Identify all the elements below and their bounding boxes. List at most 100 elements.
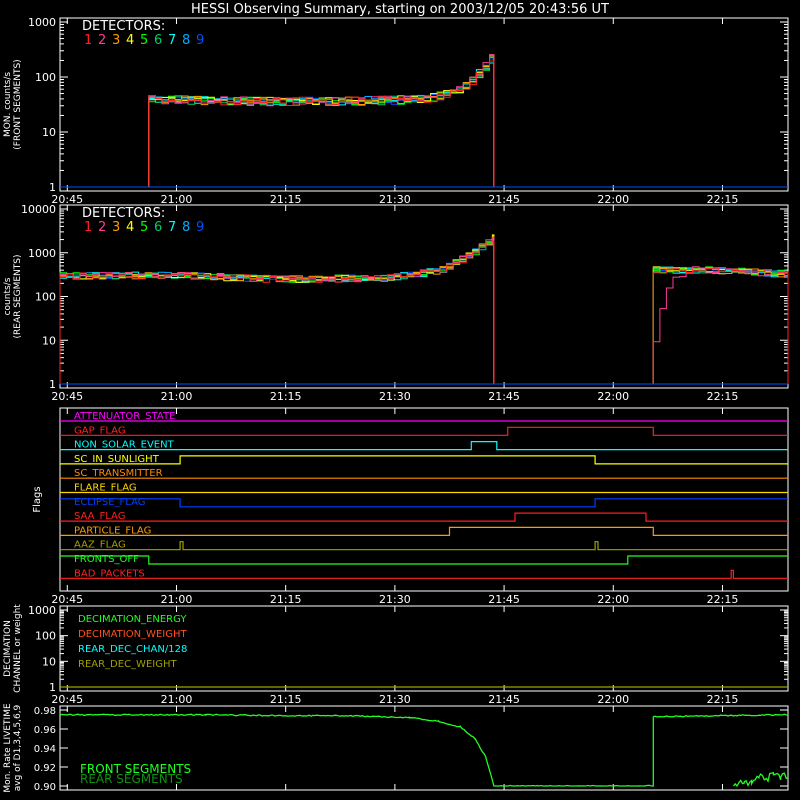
detector-8-series bbox=[148, 55, 495, 187]
legend-title: DETECTORS: bbox=[82, 206, 165, 221]
flag-label: FRONTS_OFF bbox=[74, 554, 139, 565]
y-axis-label: CHANNEL or weight bbox=[13, 604, 23, 693]
legend-entry: REAR_DEC_WEIGHT bbox=[78, 659, 177, 670]
x-tick-label: 22:00 bbox=[597, 390, 629, 403]
detector-2-series bbox=[59, 237, 789, 384]
legend-detector-9: 9 bbox=[196, 220, 204, 235]
detector-7-series bbox=[148, 62, 495, 187]
x-tick-label: 21:00 bbox=[161, 693, 193, 706]
legend-detector-1: 1 bbox=[84, 33, 92, 48]
detector-4-series bbox=[148, 56, 495, 187]
x-tick-label: 22:15 bbox=[707, 593, 739, 606]
x-tick-label: 22:15 bbox=[707, 693, 739, 706]
flag-sc-in-sunlight-line bbox=[60, 455, 788, 465]
x-tick-label: 21:00 bbox=[161, 593, 193, 606]
y-tick-label: 10 bbox=[42, 655, 56, 668]
detector-6-series bbox=[59, 235, 789, 384]
chart-title: HESSI Observing Summary, starting on 200… bbox=[191, 2, 609, 17]
x-tick-label: 22:00 bbox=[597, 593, 629, 606]
flag-label: AAZ_FLAG bbox=[74, 540, 126, 551]
flag-label: PARTICLE_FLAG bbox=[74, 525, 151, 536]
detector-3-series bbox=[148, 54, 495, 187]
flag-label: FLARE_FLAG bbox=[74, 483, 137, 494]
detector-2-series bbox=[148, 54, 495, 187]
x-tick-label: 22:00 bbox=[597, 693, 629, 706]
legend-entry: REAR_DEC_CHAN/128 bbox=[78, 644, 187, 655]
rear-segments-series bbox=[732, 771, 789, 788]
x-tick-label: 20:45 bbox=[51, 390, 83, 403]
detector-9-series bbox=[148, 58, 495, 187]
detector-7-series bbox=[59, 238, 789, 384]
detector-4-series bbox=[59, 234, 789, 384]
x-tick-label: 21:15 bbox=[270, 693, 302, 706]
panel-3: 20:45 21:00 21:15 21:30 21:45 22:00 22:15 Flags… bbox=[32, 407, 789, 606]
y-axis-label: DECIMATION bbox=[3, 620, 13, 677]
x-tick-label: 22:15 bbox=[707, 390, 739, 403]
y-tick-label: 100 bbox=[35, 630, 56, 643]
y-tick-label: 1 bbox=[49, 181, 56, 194]
legend-detector-5: 5 bbox=[140, 220, 148, 235]
y-tick-label: 0.94 bbox=[34, 744, 56, 755]
detector-9-series bbox=[59, 240, 789, 384]
x-tick-label: 21:45 bbox=[488, 390, 520, 403]
legend-detector-2: 2 bbox=[98, 33, 106, 48]
x-tick-label: 21:45 bbox=[488, 593, 520, 606]
y-tick-label: 0.98 bbox=[34, 706, 56, 717]
y-tick-label: 0.96 bbox=[34, 725, 56, 736]
y-axis-label: MON. counts/s bbox=[3, 72, 13, 137]
x-tick-label: 20:45 bbox=[51, 693, 83, 706]
flag-label: ECLIPSE_FLAG bbox=[74, 497, 145, 508]
x-tick-label: 21:15 bbox=[270, 390, 302, 403]
y-tick-label: 1000 bbox=[28, 16, 56, 29]
panels: 20:45 21:00 21:15 21:30 21:45 22:00 22:15 MON. … bbox=[3, 16, 789, 793]
x-tick-label: 21:45 bbox=[488, 693, 520, 706]
x-tick-label: 22:15 bbox=[707, 193, 739, 206]
x-tick-label: 21:00 bbox=[161, 390, 193, 403]
detector-6-series bbox=[148, 56, 495, 187]
legend-detector-6: 6 bbox=[154, 33, 162, 48]
y-axis-label: (FRONT SEGMENTS) bbox=[13, 59, 23, 149]
legend-entry: REAR SEGMENTS bbox=[80, 772, 183, 786]
flag-label: ATTENUATOR_STATE bbox=[74, 411, 175, 422]
x-tick-label: 21:30 bbox=[379, 193, 411, 206]
legend-detector-8: 8 bbox=[182, 33, 190, 48]
y-axis-label: Flags bbox=[32, 486, 43, 512]
y-tick-label: 100 bbox=[35, 71, 56, 84]
flag-label: SC_IN_SUNLIGHT bbox=[74, 454, 160, 465]
x-tick-label: 21:45 bbox=[488, 193, 520, 206]
y-tick-label: 0.90 bbox=[34, 782, 56, 793]
detector-1-series bbox=[148, 60, 495, 187]
y-tick-label: 100 bbox=[35, 291, 56, 304]
flag-gap-flag-line bbox=[60, 426, 788, 436]
y-tick-label: 1000 bbox=[28, 247, 56, 260]
flag-label: SC_TRANSMITTER bbox=[74, 468, 163, 479]
x-tick-label: 21:15 bbox=[270, 593, 302, 606]
x-tick-label: 20:45 bbox=[51, 593, 83, 606]
legend-detector-7: 7 bbox=[168, 33, 176, 48]
flag-saa-flag-line bbox=[60, 512, 788, 522]
y-axis-label: avg of D1,3,4,5,6,9 bbox=[13, 704, 23, 791]
y-tick-label: 10 bbox=[42, 334, 56, 347]
y-tick-label: 1000 bbox=[28, 604, 56, 617]
x-tick-label: 21:30 bbox=[379, 693, 411, 706]
panel-4: 20:45 21:00 21:15 21:30 21:45 22:00 22:15 DECIM… bbox=[3, 604, 789, 706]
y-tick-label: 1 bbox=[49, 378, 56, 391]
legend-detector-5: 5 bbox=[140, 33, 148, 48]
flag-label: GAP_FLAG bbox=[74, 425, 126, 436]
panel-5: Mon. Rate LIVETIME avg of D1,3,4,5,6,9 0.9… bbox=[3, 703, 789, 793]
legend-detector-8: 8 bbox=[182, 220, 190, 235]
legend-detector-4: 4 bbox=[126, 33, 134, 48]
y-axis-label: (REAR SEGMENTS) bbox=[13, 254, 23, 338]
flag-label: NON_SOLAR_EVENT bbox=[74, 440, 175, 451]
x-tick-label: 21:30 bbox=[379, 593, 411, 606]
detector-5-series bbox=[59, 238, 789, 384]
x-tick-label: 21:30 bbox=[379, 390, 411, 403]
hessi-summary-chart: HESSI Observing Summary, starting on 200… bbox=[0, 0, 800, 800]
detector-8-series bbox=[59, 236, 789, 384]
detector-5-series bbox=[148, 60, 495, 187]
y-axis-label: counts/s bbox=[3, 277, 13, 315]
flag-particle-flag-line bbox=[60, 526, 788, 536]
panel-1: 20:45 21:00 21:15 21:30 21:45 22:00 22:15 MON. … bbox=[3, 16, 789, 206]
y-tick-label: 1 bbox=[49, 681, 56, 694]
legend-entry: DECIMATION_ENERGY bbox=[78, 614, 187, 625]
